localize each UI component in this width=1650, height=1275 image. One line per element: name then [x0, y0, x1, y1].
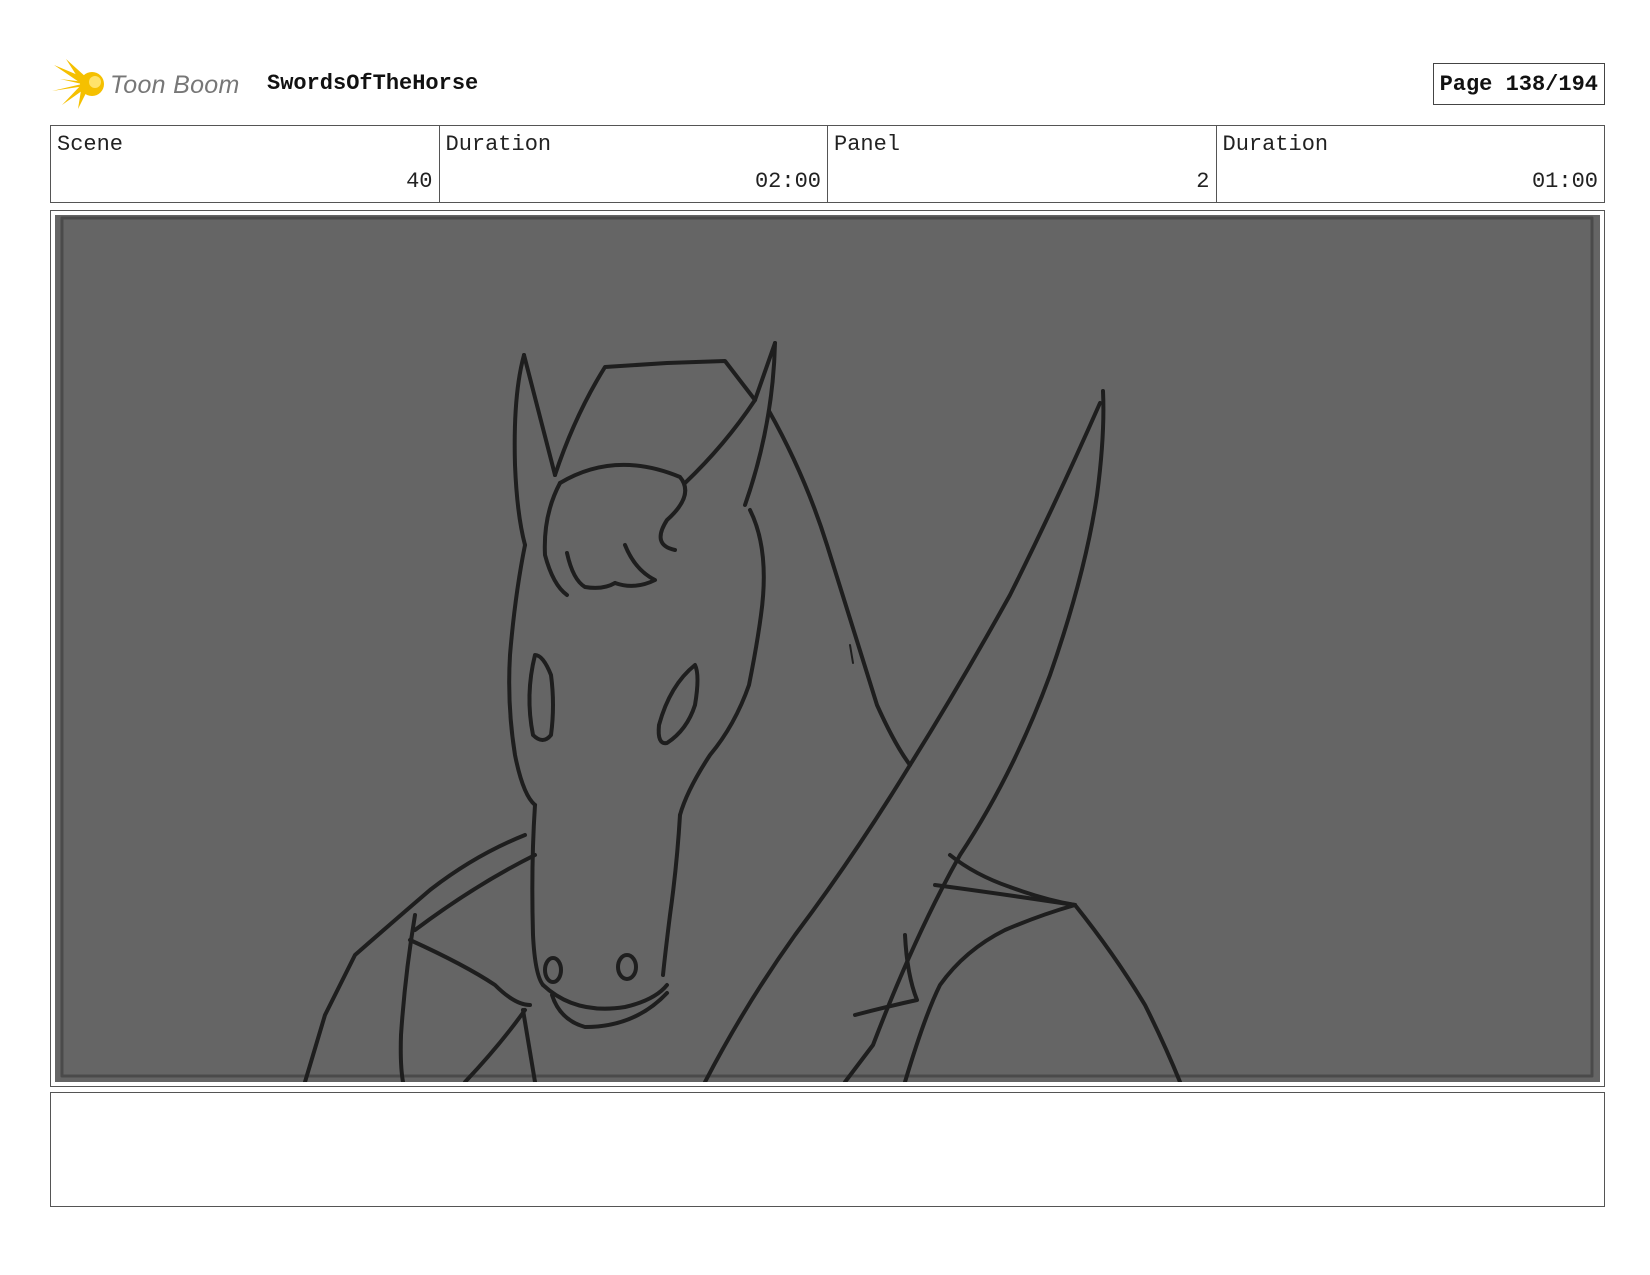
panel-label: Panel [834, 132, 901, 157]
page-counter: Page 138/194 [1432, 63, 1605, 105]
logo-text: Toon Boom [110, 71, 240, 99]
panel-duration-label: Duration [1222, 132, 1329, 157]
panel-duration-cell: Duration 01:00 [1217, 126, 1605, 202]
storyboard-panel-frame [50, 210, 1605, 1087]
storyboard-panel-image [55, 215, 1600, 1082]
page-header: Toon Boom SwordsOfTheHorse Page 138/194 [50, 55, 1605, 115]
panel-duration-value: 01:00 [1531, 169, 1598, 194]
horse-sketch-drawing [60, 216, 1594, 1082]
scene-duration-value: 02:00 [754, 169, 821, 194]
panel-cell: Panel 2 [828, 126, 1217, 202]
scene-label: Scene [57, 132, 124, 157]
project-title: SwordsOfTheHorse [267, 71, 479, 96]
scene-cell: Scene 40 [51, 126, 440, 202]
scene-duration-label: Duration [445, 132, 552, 157]
scene-info-table: Scene 40 Duration 02:00 Panel 2 Duration… [50, 125, 1605, 203]
panel-notes-box [50, 1092, 1605, 1207]
panel-value: 2 [1196, 169, 1210, 194]
scene-duration-cell: Duration 02:00 [440, 126, 828, 202]
toon-boom-logo: Toon Boom [52, 57, 252, 112]
starburst-icon [52, 59, 104, 109]
scene-value: 40 [406, 169, 433, 194]
